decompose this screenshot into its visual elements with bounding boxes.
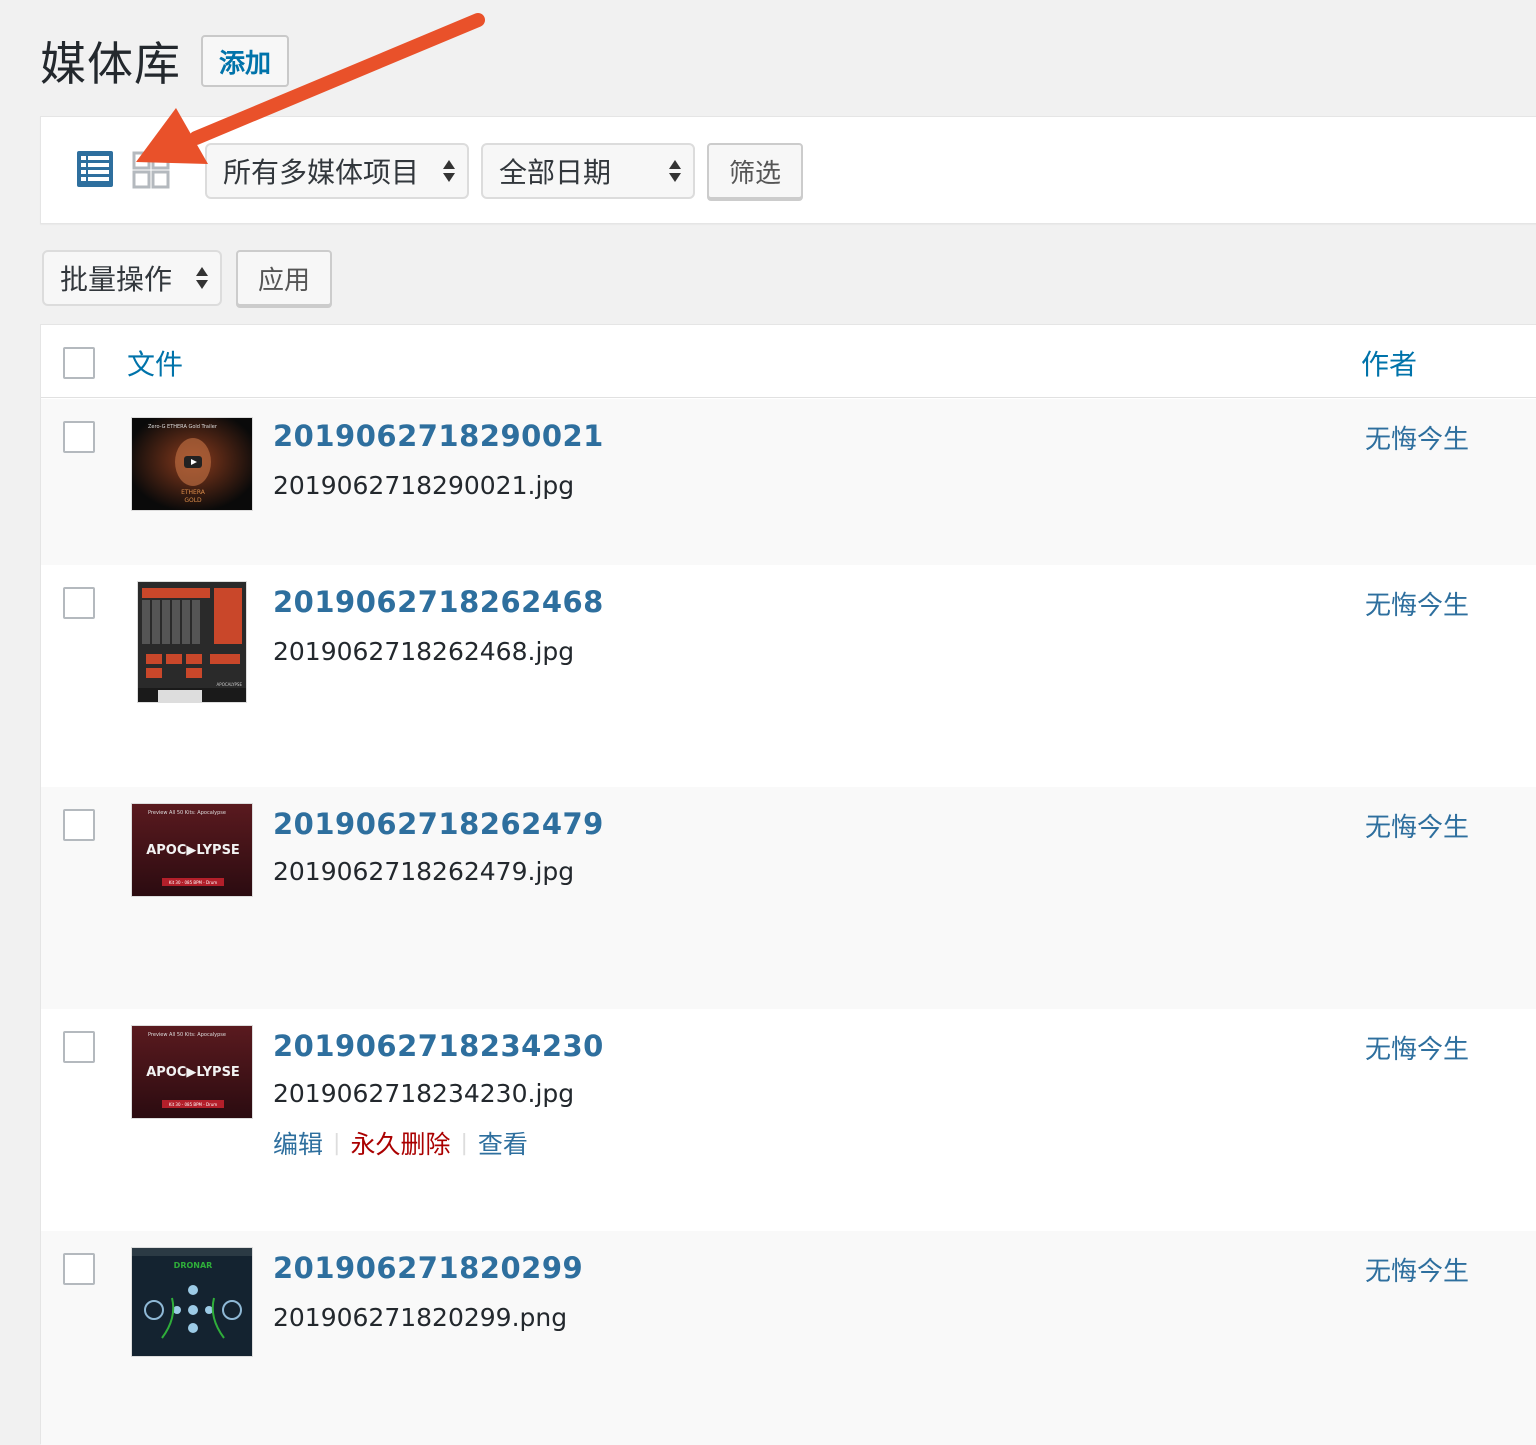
page-header: 媒体库 添加 <box>40 28 290 94</box>
thumb-apoc-main: APOC▶LYPSE <box>146 843 240 858</box>
row-checkbox[interactable] <box>63 587 95 619</box>
thumb-video-title: Zero-G ETHERA Gold Trailer <box>148 424 218 430</box>
dronar-thumbnail-image: DRONAR <box>132 1248 252 1356</box>
table-row: Preview All 50 Kits: Apocalypse APOC▶LYP… <box>41 787 1536 1009</box>
action-separator: | <box>333 1130 341 1156</box>
row-checkbox[interactable] <box>63 1253 95 1285</box>
column-file-header[interactable]: 文件 <box>127 343 183 383</box>
thumbnail-apocalypse[interactable]: Preview All 50 Kits: Apocalypse APOC▶LYP… <box>131 803 253 897</box>
media-filename: 2019062718262479.jpg <box>273 857 575 886</box>
media-filename: 2019062718290021.jpg <box>273 471 575 500</box>
media-table: 文件 作者 Zero-G ETHERA Gold Trailer ETHERA … <box>40 324 1536 1445</box>
media-filename: 2019062718234230.jpg <box>273 1079 575 1108</box>
filter-button[interactable]: 筛选 <box>707 143 804 199</box>
add-new-button[interactable]: 添加 <box>201 35 290 87</box>
media-title-link[interactable]: 201906271820299 <box>273 1251 583 1285</box>
media-filter-bar: 所有多媒体项目 全部日期 筛选 <box>40 116 1536 224</box>
row-checkbox[interactable] <box>63 1031 95 1063</box>
row-actions: 编辑 | 永久删除 | 查看 <box>273 1125 528 1161</box>
media-filename: 2019062718262468.jpg <box>273 637 575 666</box>
select-arrows-icon <box>196 267 208 289</box>
apply-button[interactable]: 应用 <box>236 250 333 306</box>
author-link[interactable]: 无悔今生 <box>1365 1029 1469 1066</box>
mixer-thumbnail-image: APOCALYPSE <box>138 582 246 702</box>
thumbnail-dronar[interactable]: DRONAR <box>131 1247 253 1357</box>
grid-view-icon[interactable] <box>131 149 171 189</box>
apocalypse-thumbnail-image: Preview All 50 Kits: Apocalypse APOC▶LYP… <box>132 1026 252 1118</box>
date-selected: 全部日期 <box>499 156 612 189</box>
thumb-apoc-sub: Kit 30 - 085 BPM - Drum <box>169 880 217 885</box>
table-header: 文件 作者 <box>41 325 1536 398</box>
media-type-selected: 所有多媒体项目 <box>223 156 420 189</box>
media-title-link[interactable]: 2019062718262479 <box>273 807 604 841</box>
thumb-ethera-line1: ETHERA <box>181 489 206 496</box>
thumbnail-video-dark[interactable]: Zero-G ETHERA Gold Trailer ETHERA GOLD <box>131 417 253 511</box>
row-checkbox[interactable] <box>63 809 95 841</box>
edit-link[interactable]: 编辑 <box>273 1125 323 1161</box>
video-thumbnail-image: Zero-G ETHERA Gold Trailer ETHERA GOLD <box>132 418 252 510</box>
thumb-mixer-brand: APOCALYPSE <box>217 682 243 687</box>
thumb-apoc-sub: Kit 30 - 085 BPM - Drum <box>169 1102 217 1107</box>
bulk-action-select[interactable]: 批量操作 <box>42 250 222 306</box>
author-link[interactable]: 无悔今生 <box>1365 1251 1469 1288</box>
view-switch <box>75 149 171 189</box>
bulk-action-selected: 批量操作 <box>60 263 173 296</box>
view-link[interactable]: 查看 <box>478 1125 528 1161</box>
thumb-apoc-header: Preview All 50 Kits: Apocalypse <box>148 810 226 816</box>
table-row: Zero-G ETHERA Gold Trailer ETHERA GOLD 2… <box>41 399 1536 565</box>
select-arrows-icon <box>669 160 681 182</box>
table-row: DRONAR 201906271820299 201906271820299.p… <box>41 1231 1536 1445</box>
column-author-header[interactable]: 作者 <box>1361 343 1417 383</box>
thumb-apoc-main: APOC▶LYPSE <box>146 1065 240 1080</box>
thumbnail-mixer[interactable]: APOCALYPSE <box>137 581 247 703</box>
delete-permanently-link[interactable]: 永久删除 <box>350 1125 450 1161</box>
table-row: Preview All 50 Kits: Apocalypse APOC▶LYP… <box>41 1009 1536 1231</box>
action-separator: | <box>460 1130 468 1156</box>
row-checkbox[interactable] <box>63 421 95 453</box>
select-all-checkbox[interactable] <box>63 347 95 379</box>
author-link[interactable]: 无悔今生 <box>1365 585 1469 622</box>
media-title-link[interactable]: 2019062718234230 <box>273 1029 604 1063</box>
media-title-link[interactable]: 2019062718290021 <box>273 419 604 453</box>
media-filename: 201906271820299.png <box>273 1303 568 1332</box>
table-row: APOCALYPSE 2019062718262468 201906271826… <box>41 565 1536 787</box>
select-arrows-icon <box>443 160 455 182</box>
date-select[interactable]: 全部日期 <box>481 143 695 199</box>
author-link[interactable]: 无悔今生 <box>1365 807 1469 844</box>
media-type-select[interactable]: 所有多媒体项目 <box>205 143 469 199</box>
thumb-apoc-header: Preview All 50 Kits: Apocalypse <box>148 1032 226 1038</box>
thumb-ethera-line2: GOLD <box>184 497 202 504</box>
apocalypse-thumbnail-image: Preview All 50 Kits: Apocalypse APOC▶LYP… <box>132 804 252 896</box>
page-title: 媒体库 <box>40 37 181 91</box>
thumb-dronar-title: DRONAR <box>174 1261 213 1270</box>
thumbnail-apocalypse[interactable]: Preview All 50 Kits: Apocalypse APOC▶LYP… <box>131 1025 253 1119</box>
list-view-icon[interactable] <box>75 149 115 189</box>
media-title-link[interactable]: 2019062718262468 <box>273 585 604 619</box>
author-link[interactable]: 无悔今生 <box>1365 419 1469 456</box>
